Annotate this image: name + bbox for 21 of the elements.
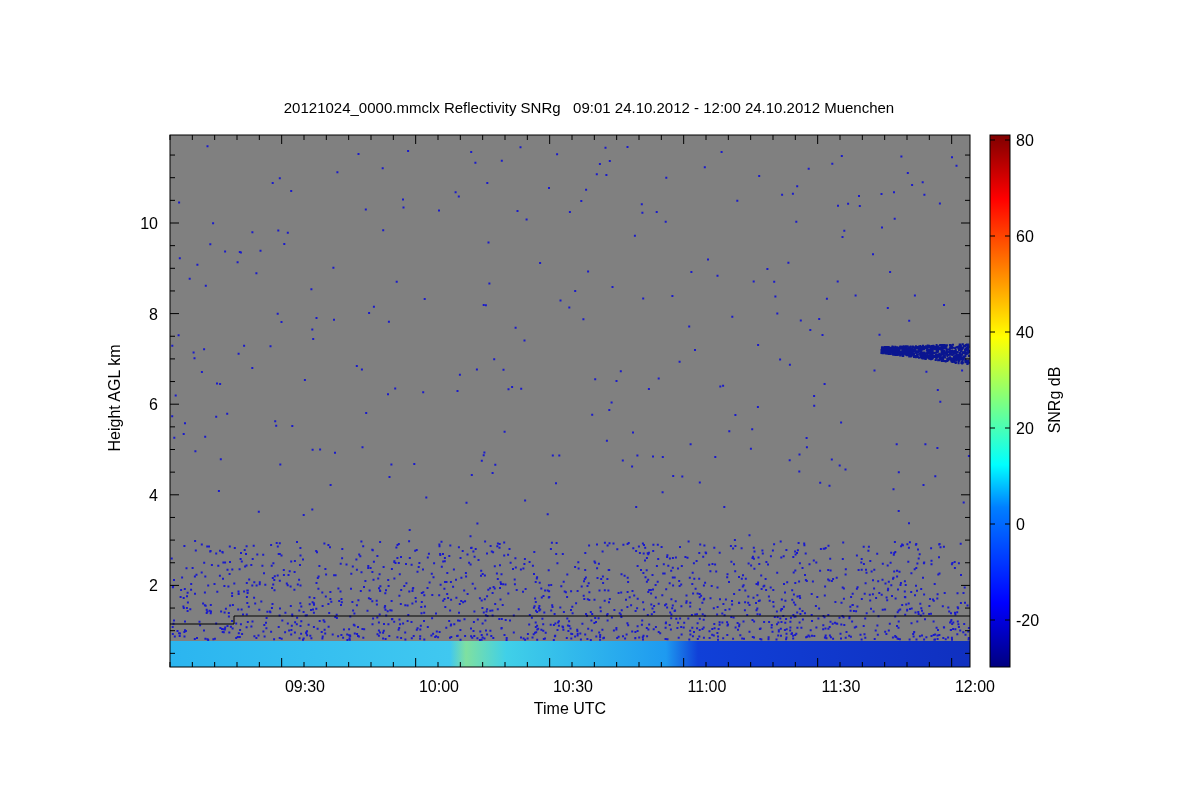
tick-label: 10:00 [419, 678, 459, 695]
tick-label: 11:00 [687, 678, 727, 695]
chart-title: 20121024_0000.mmclx Reflectivity SNRg 09:01 24.10.2012 - 12:00 24.10.2012 Muenchen [283, 99, 895, 116]
tick-label: 20 [1016, 420, 1034, 437]
axis-label: Height AGL km [106, 344, 123, 452]
axis-label: Time UTC [533, 700, 607, 717]
axis-label: SNRg dB [1046, 366, 1063, 434]
tick-label: 2 [149, 577, 158, 595]
tick-label: 6 [149, 396, 158, 414]
tick-label: 60 [1016, 228, 1034, 245]
tick-label: 80 [1016, 132, 1034, 149]
tick-label: 10 [140, 215, 158, 232]
tick-label: 09:30 [285, 678, 325, 695]
tick-label: 10:30 [553, 678, 593, 695]
tick-label: 8 [149, 305, 158, 323]
tick-label: 40 [1016, 324, 1034, 341]
tick-label: 0 [1016, 516, 1025, 533]
tick-label: 12:00 [955, 678, 995, 695]
tick-label: 11:30 [821, 678, 861, 695]
tick-label: -20 [1016, 612, 1040, 629]
tick-label: 4 [149, 486, 158, 504]
